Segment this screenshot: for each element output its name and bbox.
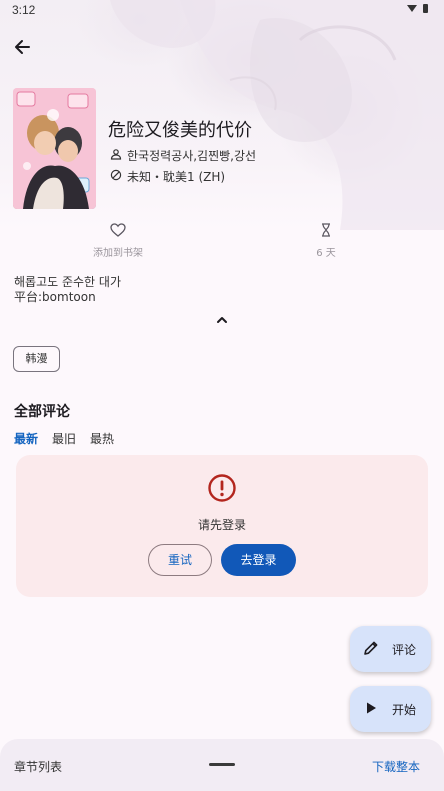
- add-to-bookshelf-button[interactable]: 添加到书架: [58, 222, 178, 259]
- comic-cover-image[interactable]: [13, 88, 96, 209]
- go-login-button[interactable]: 去登录: [221, 544, 296, 576]
- status-row: 未知・耽美1 (ZH): [110, 168, 225, 185]
- bottom-chapter-sheet: 章节列表 下载整本: [0, 739, 444, 791]
- pencil-icon: [362, 639, 380, 660]
- person-icon: [110, 148, 122, 163]
- login-prompt-text: 请先登录: [197, 518, 246, 532]
- download-all-button[interactable]: 下载整本: [372, 758, 420, 775]
- days-label: 6 天: [316, 248, 336, 259]
- error-icon: [207, 473, 237, 503]
- sort-tab-hottest[interactable]: 最热: [90, 430, 114, 447]
- start-reading-fab-button[interactable]: 开始: [350, 686, 431, 732]
- chapter-list-button[interactable]: 章节列表: [14, 758, 62, 775]
- login-required-card: 请先登录 重试 去登录: [16, 455, 428, 597]
- status-bar: 3:12: [0, 0, 444, 22]
- retry-button[interactable]: 重试: [148, 544, 212, 576]
- sort-tab-newest[interactable]: 最新: [14, 430, 38, 447]
- author-names[interactable]: 한국정력공사,김찐빵,강선: [127, 147, 256, 164]
- description-line: 해롭고도 준수한 대가: [14, 275, 121, 289]
- heart-icon: [110, 222, 126, 241]
- back-arrow-icon[interactable]: [10, 34, 36, 60]
- comments-section-title: 全部评论: [14, 404, 70, 420]
- hourglass-icon: [320, 222, 332, 241]
- comic-description: 해롭고도 준수한 대가 平台:bomtoon: [14, 275, 121, 305]
- comment-sort-tabs: 最新 最旧 最热: [14, 430, 114, 447]
- comment-fab-label: 评论: [392, 642, 417, 657]
- blocked-icon: [110, 169, 122, 184]
- author-row: 한국정력공사,김찐빵,강선: [110, 147, 256, 164]
- platform-line: 平台:bomtoon: [14, 290, 96, 304]
- start-fab-label: 开始: [392, 702, 417, 717]
- days-button[interactable]: 6 天: [266, 222, 386, 259]
- collapse-chevron-up-icon[interactable]: [212, 312, 232, 328]
- sort-tab-oldest[interactable]: 最旧: [52, 430, 76, 447]
- status-time: 3:12: [12, 3, 36, 17]
- bookshelf-label: 添加到书架: [93, 248, 143, 259]
- sheet-drag-handle[interactable]: [209, 763, 235, 766]
- genre-tag-chip[interactable]: 韩漫: [13, 346, 60, 372]
- play-icon: [362, 699, 380, 720]
- status-text: 未知・耽美1 (ZH): [127, 170, 226, 184]
- comment-fab-button[interactable]: 评论: [350, 626, 431, 672]
- status-icons: [406, 3, 432, 18]
- comic-title: 危险又俊美的代价: [108, 120, 252, 141]
